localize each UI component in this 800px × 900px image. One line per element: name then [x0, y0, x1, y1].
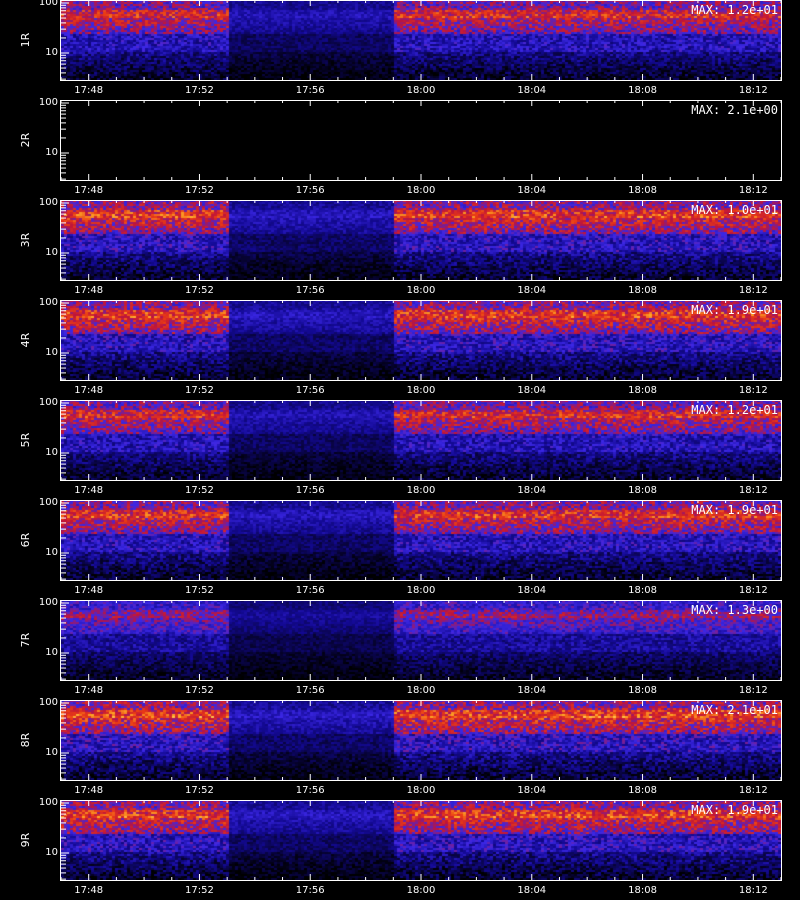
spectrogram-panel-9r: 9R 100 10 MAX: 1.9e+01 17:48 17:52 17:56 18:00 1…	[0, 798, 800, 900]
spectrogram-panel-2r: 2R 100 10 MAX: 2.1e+00 17:48 17:52 17:56 18:00 1…	[0, 98, 800, 200]
panel-axes	[60, 300, 782, 381]
spectrogram-panel-1r: 1R 100 10 MAX: 1.2e+01 17:48 17:52 17:56 18:00 1…	[0, 0, 800, 100]
spectrogram-panel-6r: 6R 100 10 MAX: 1.9e+01 17:48 17:52 17:56 18:00 1…	[0, 498, 800, 600]
plot-frame	[60, 400, 782, 481]
plot-frame	[60, 0, 782, 81]
max-value-label: MAX: 1.3e+00	[691, 603, 778, 617]
max-value-label: MAX: 1.2e+01	[691, 3, 778, 17]
max-value-label: MAX: 2.1e+01	[691, 703, 778, 717]
panel-axes	[60, 200, 782, 281]
plot-frame	[60, 100, 782, 181]
max-value-label: MAX: 1.9e+01	[691, 803, 778, 817]
plot-frame	[60, 800, 782, 881]
plot-frame	[60, 200, 782, 281]
max-value-label: MAX: 2.1e+00	[691, 103, 778, 117]
plot-frame	[60, 600, 782, 681]
max-value-label: MAX: 1.2e+01	[691, 403, 778, 417]
spectrogram-panel-7r: 7R 100 10 MAX: 1.3e+00 17:48 17:52 17:56 18:00 1…	[0, 598, 800, 700]
max-value-label: MAX: 1.9e+01	[691, 303, 778, 317]
panel-axes	[60, 100, 782, 181]
spectrogram-panel-5r: 5R 100 10 MAX: 1.2e+01 17:48 17:52 17:56 18:00 1…	[0, 398, 800, 500]
panel-axes	[60, 0, 782, 81]
spectrogram-panel-3r: 3R 100 10 MAX: 1.0e+01 17:48 17:52 17:56 18:00 1…	[0, 198, 800, 300]
max-value-label: MAX: 1.0e+01	[691, 203, 778, 217]
panel-axes	[60, 800, 782, 881]
plot-frame	[60, 500, 782, 581]
panel-axes	[60, 600, 782, 681]
plot-frame	[60, 700, 782, 781]
plot-frame	[60, 300, 782, 381]
panel-axes	[60, 400, 782, 481]
spectrogram-panel-4r: 4R 100 10 MAX: 1.9e+01 17:48 17:52 17:56 18:00 1…	[0, 298, 800, 400]
panel-axes	[60, 500, 782, 581]
panel-axes	[60, 700, 782, 781]
spectrogram-panel-8r: 8R 100 10 MAX: 2.1e+01 17:48 17:52 17:56 18:00 1…	[0, 698, 800, 800]
spectrogram-stack: 1R 100 10 MAX: 1.2e+01 17:48 17:52 17:56 18:00 1…	[0, 0, 800, 900]
max-value-label: MAX: 1.9e+01	[691, 503, 778, 517]
